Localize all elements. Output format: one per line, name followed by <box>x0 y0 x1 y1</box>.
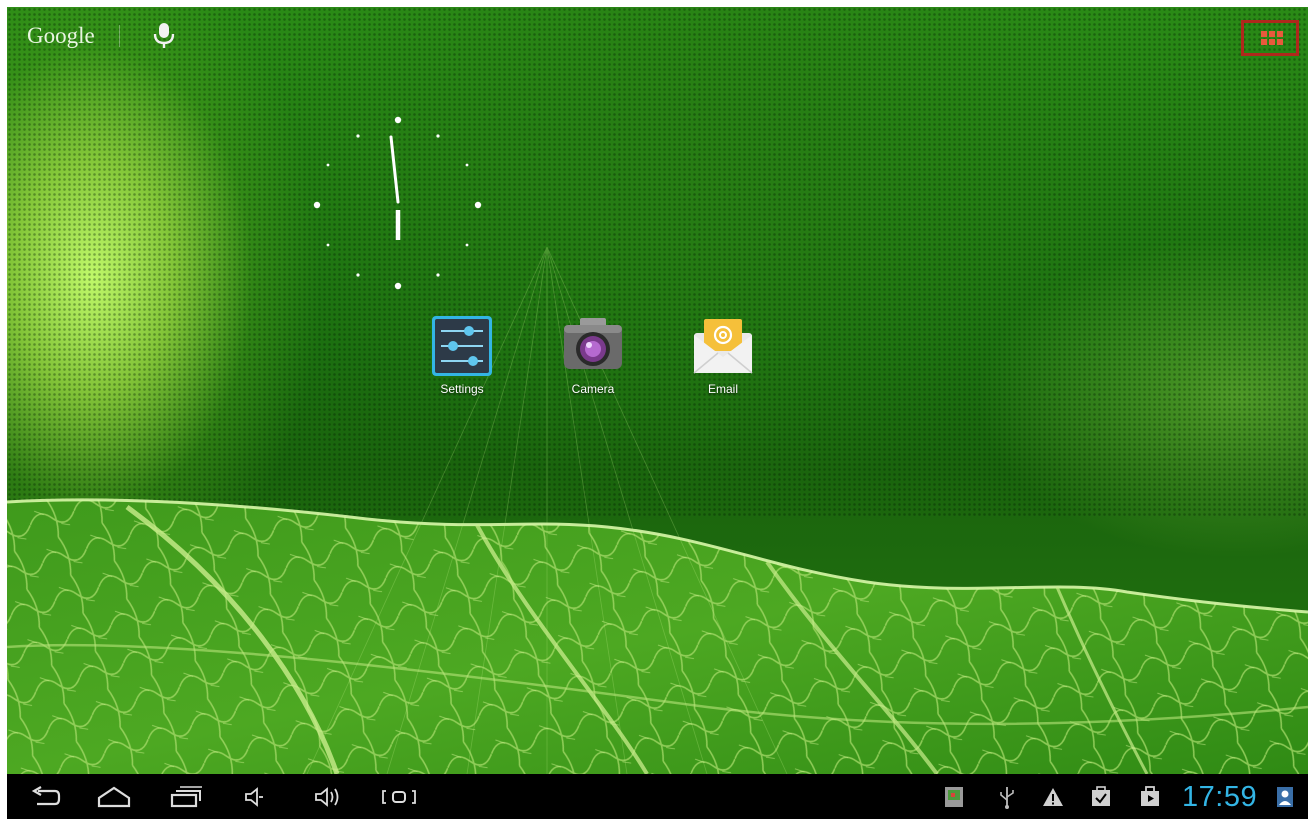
app-drawer-grid-icon <box>1261 31 1283 47</box>
task-check-icon[interactable] <box>1090 784 1112 810</box>
app-shortcut-email[interactable]: Email <box>678 313 768 409</box>
shopping-bag-icon[interactable] <box>1139 784 1161 810</box>
recent-apps-icon[interactable] <box>169 784 203 810</box>
app-label-camera: Camera <box>571 382 615 396</box>
usb-icon[interactable] <box>997 784 1017 810</box>
volume-up-icon[interactable] <box>313 784 343 810</box>
app-shortcut-camera[interactable]: Camera <box>548 313 638 409</box>
google-search-label: Google <box>27 23 95 48</box>
gallery-notification-icon[interactable] <box>943 784 965 810</box>
settings-sliders-icon <box>432 316 492 376</box>
microphone-icon[interactable] <box>152 21 176 51</box>
app-label-settings: Settings <box>440 382 484 396</box>
system-navigation-bar: 17:59 <box>7 774 1308 819</box>
email-envelope-icon <box>693 319 753 374</box>
camera-icon <box>564 318 622 369</box>
analog-clock-icon[interactable] <box>307 112 489 294</box>
leaf-wallpaper-image <box>7 246 1308 774</box>
google-search-bar[interactable]: Google <box>27 21 120 51</box>
warning-icon[interactable] <box>1042 784 1064 810</box>
back-icon[interactable] <box>29 784 61 810</box>
screenshot-icon[interactable] <box>380 784 418 810</box>
search-divider <box>118 25 120 47</box>
home-icon[interactable] <box>96 784 132 810</box>
app-drawer-button[interactable] <box>1241 20 1299 56</box>
status-clock[interactable]: 17:59 <box>1182 779 1257 815</box>
wallpaper <box>7 7 1308 774</box>
android-screen: Google Settings Camera Email 17:59 <box>7 7 1308 819</box>
volume-down-icon[interactable] <box>243 784 265 810</box>
user-icon[interactable] <box>1275 784 1295 810</box>
app-label-email: Email <box>707 382 738 396</box>
app-shortcut-settings[interactable]: Settings <box>417 313 507 409</box>
